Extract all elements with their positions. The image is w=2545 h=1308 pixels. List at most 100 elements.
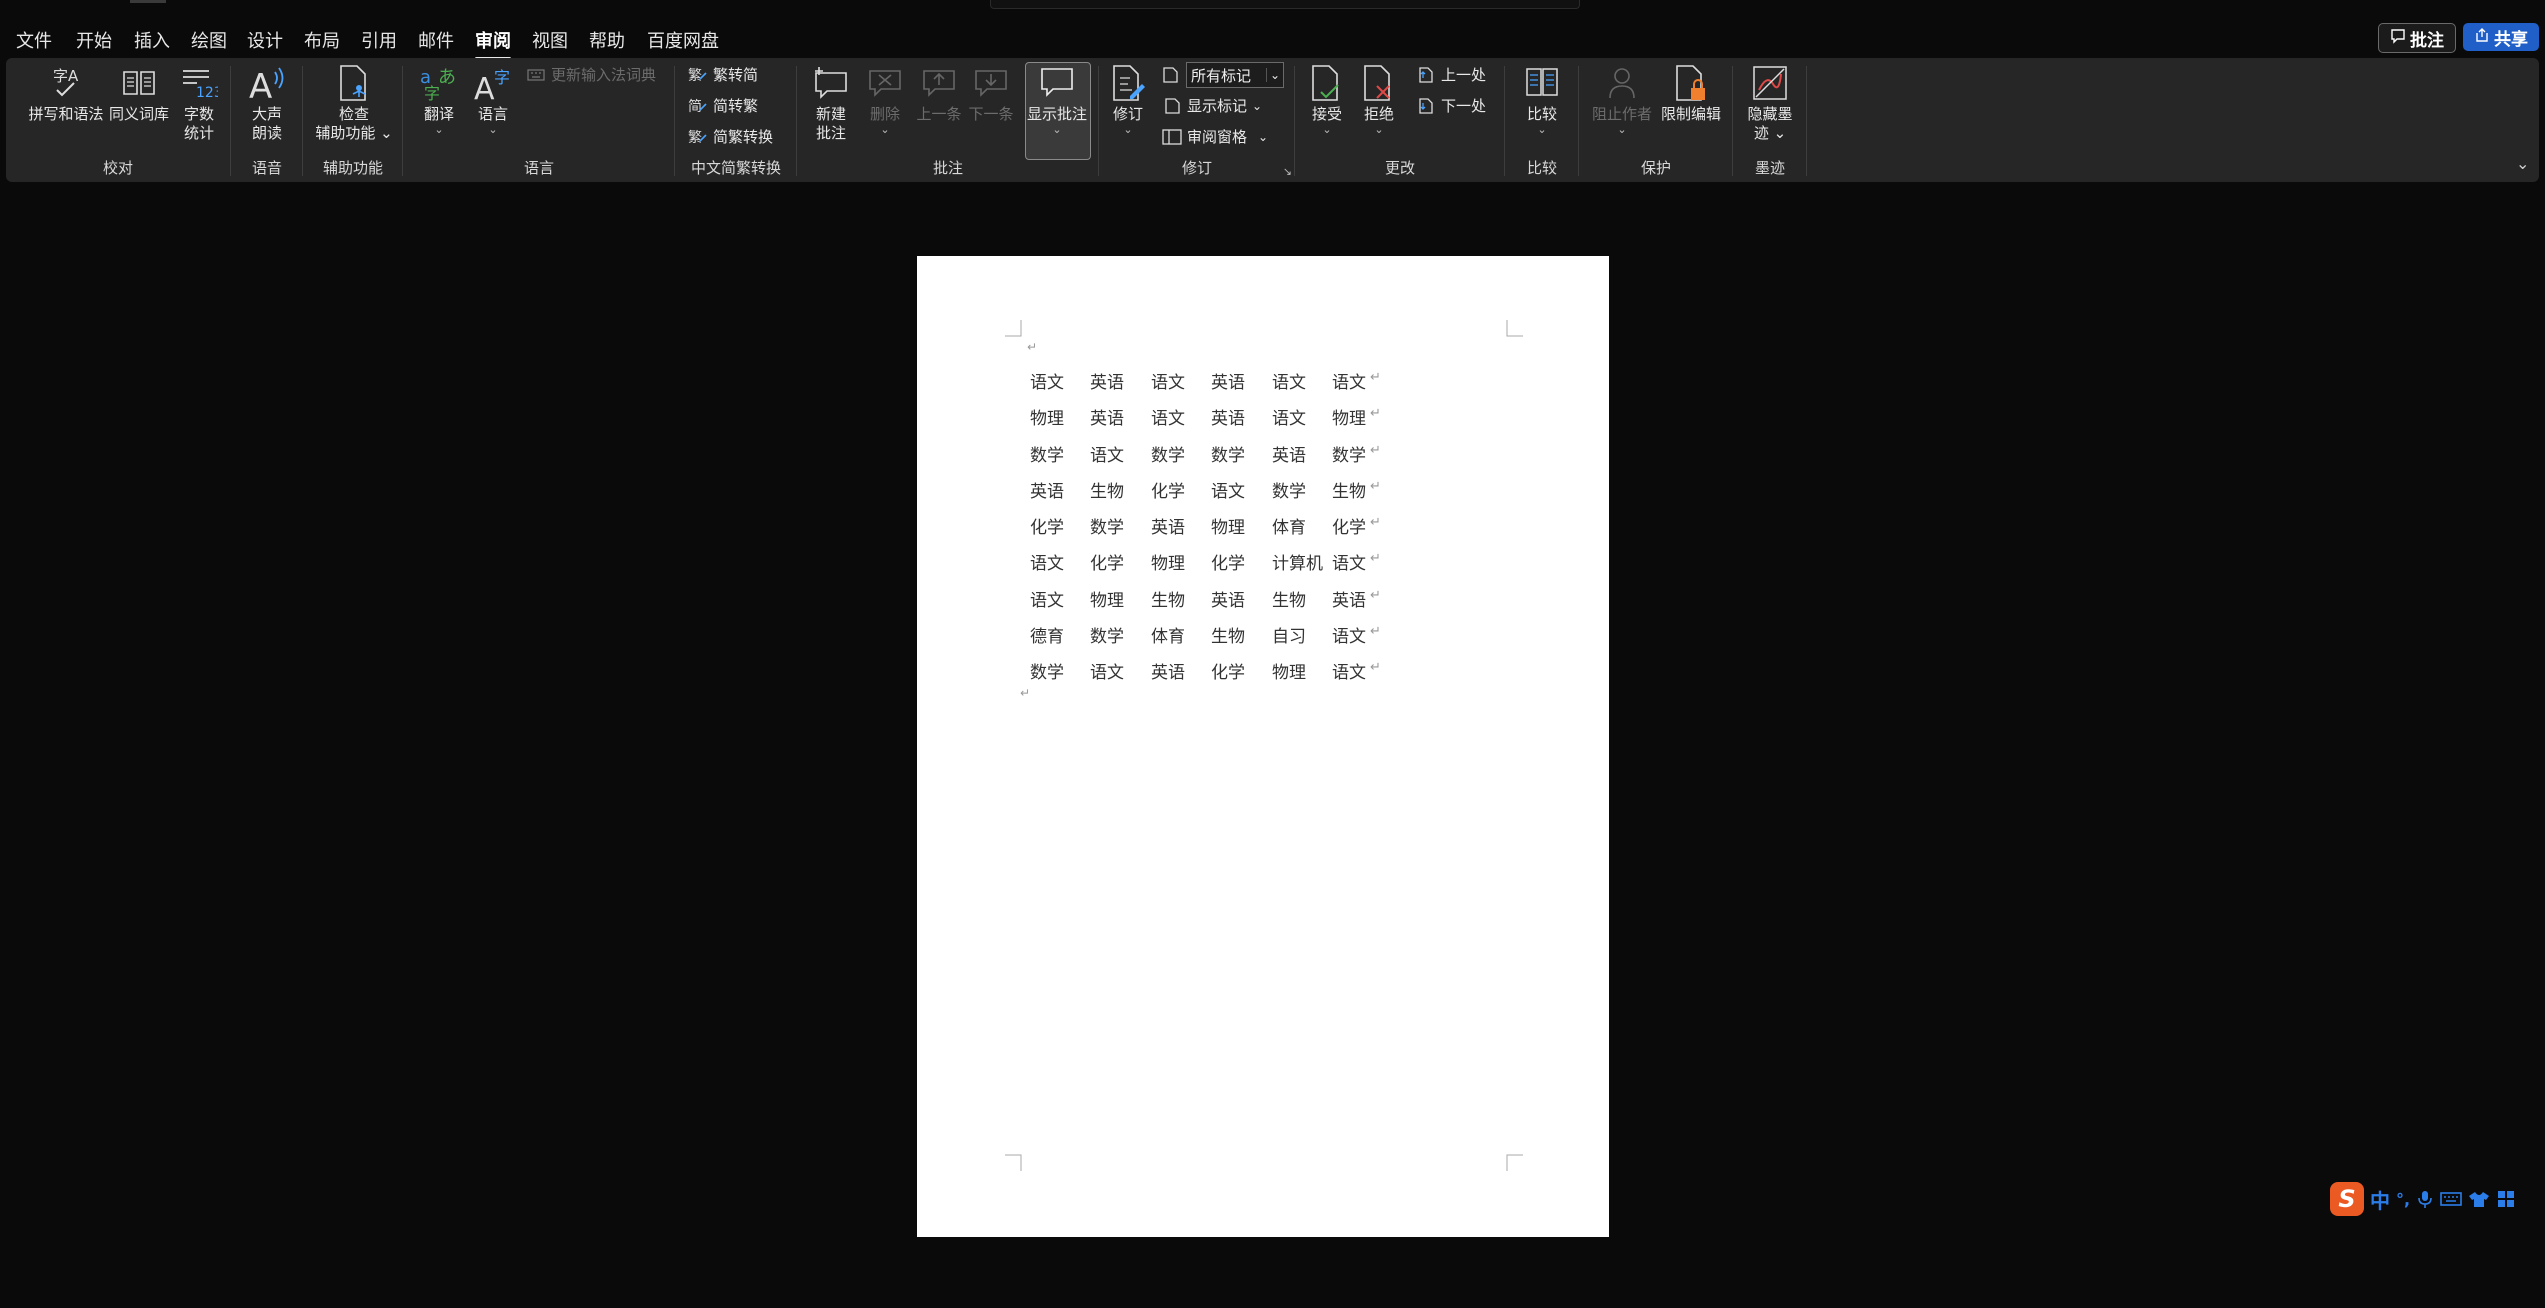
reject-button[interactable]: 拒绝 ⌄ [1356, 64, 1402, 136]
update-ime-label: 更新输入法词典 [551, 66, 657, 84]
delete-comment-button[interactable]: 删除 ⌄ [860, 64, 910, 136]
convert-button[interactable]: 繁 简繁转换 [688, 126, 773, 147]
check-accessibility-button[interactable]: 检查 辅助功能 ⌄ [314, 64, 394, 143]
document-word: 语文 [1030, 590, 1064, 611]
search-bar[interactable] [990, 0, 1580, 9]
document-word: 英语 [1211, 590, 1245, 611]
group-label-language: 语言 [523, 159, 554, 177]
document-word: 英语 [1030, 481, 1064, 502]
reviewing-pane-button[interactable]: 审阅窗格 ⌄ [1162, 126, 1268, 147]
document-body[interactable]: 语文 英语 语文 英语 语文 语文 ↵ 物理 英语 语文 英语 语文 物理 ↵ 数学 语文 数学 数学 英语 数学 ↵ 英… [1030, 360, 1420, 687]
tab-draw[interactable]: 绘图 [191, 27, 227, 53]
document-word: 语文 [1332, 663, 1366, 684]
document-word: 生物 [1272, 590, 1306, 611]
keyboard-icon [526, 65, 546, 85]
chevron-down-icon: ⌄ [1537, 123, 1547, 136]
document-word: 英语 [1332, 590, 1366, 611]
punctuation-icon[interactable]: °, [2396, 1190, 2410, 1209]
document-word: 英语 [1090, 409, 1124, 430]
lock-document-icon [1671, 64, 1711, 102]
group-label-chinese-conversion: 中文简繁转换 [690, 159, 781, 177]
hide-ink-label-1: 隐藏墨 [1747, 105, 1793, 123]
reject-icon [1359, 64, 1399, 102]
book-icon [119, 64, 159, 102]
keyboard-icon[interactable] [2440, 1190, 2462, 1208]
share-button[interactable]: 共享 [2463, 23, 2539, 51]
microphone-icon[interactable] [2416, 1189, 2434, 1209]
show-comments-icon [1037, 64, 1077, 102]
next-comment-button[interactable]: 下一条 [966, 64, 1016, 124]
next-change-icon [1416, 96, 1436, 116]
hide-ink-button[interactable]: 隐藏墨 迹 ⌄ [1742, 64, 1798, 143]
document-word: 语文 [1272, 373, 1306, 393]
group-accessibility: 检查 辅助功能 ⌄ 辅助功能 [304, 58, 402, 182]
check-label-2: 辅助功能 [315, 124, 376, 142]
collapse-ribbon-icon[interactable]: ⌄ [2516, 154, 2529, 173]
document-word: 语文 [1151, 409, 1185, 430]
group-language: aあ字 翻译 ⌄ A字 语言 ⌄ 更新输入法词典 语言 [404, 58, 674, 182]
block-authors-button[interactable]: 阻止作者 ⌄ [1588, 64, 1656, 136]
simplified-to-traditional-button[interactable]: 简 简转繁 [688, 95, 758, 116]
word-count-button[interactable]: 123 字数 统计 [172, 64, 226, 143]
group-label-changes: 更改 [1384, 159, 1415, 177]
paragraph-mark: ↵ [1370, 478, 1381, 494]
ime-toolbar[interactable]: S 中 °, [2330, 1180, 2545, 1218]
chevron-down-icon: ⌄ [1617, 123, 1627, 136]
svg-text:字: 字 [424, 84, 440, 101]
chevron-down-icon: ⌄ [488, 123, 498, 136]
paragraph-mark: ↵ [1370, 587, 1381, 603]
show-markup-button[interactable]: 显示标记 ⌄ [1162, 95, 1262, 116]
read-aloud-button[interactable]: A 大声 朗读 [244, 64, 290, 143]
skin-shirt-icon[interactable] [2468, 1190, 2490, 1208]
document-page[interactable]: ↵ 语文 英语 语文 英语 语文 语文 ↵ 物理 英语 语文 英语 语文 物理 ↵ 数学 语文 数学 数学 英语 数学… [917, 256, 1609, 1237]
tab-mailings[interactable]: 邮件 [418, 27, 454, 53]
group-label-comments: 批注 [932, 159, 963, 177]
compare-button[interactable]: 比较 ⌄ [1516, 64, 1568, 136]
tab-layout[interactable]: 布局 [304, 27, 340, 53]
tab-file[interactable]: 文件 [16, 27, 52, 53]
tab-view[interactable]: 视图 [532, 27, 568, 53]
restrict-editing-button[interactable]: 限制编辑 [1658, 64, 1724, 124]
grid-menu-icon[interactable] [2496, 1189, 2516, 1209]
group-ink: 隐藏墨 迹 ⌄ 墨迹 [1734, 58, 1806, 182]
tab-references[interactable]: 引用 [361, 27, 397, 53]
markup-select[interactable]: 所有标记 ⌄ [1186, 62, 1284, 88]
spelling-icon: 字A [46, 64, 86, 102]
corner-mark-bottom-right [1506, 1154, 1523, 1171]
svg-text:繁: 繁 [688, 68, 702, 84]
new-comment-button[interactable]: 新建 批注 [806, 64, 856, 143]
previous-change-label: 上一处 [1441, 66, 1487, 84]
read-aloud-label-1: 大声 [251, 105, 282, 123]
tab-baidu-netdisk[interactable]: 百度网盘 [647, 27, 719, 53]
previous-comment-button[interactable]: 上一条 [914, 64, 964, 124]
svg-text:简: 简 [688, 98, 702, 115]
tab-help[interactable]: 帮助 [589, 27, 625, 53]
ime-mode[interactable]: 中 [2370, 1185, 2390, 1214]
hide-ink-icon [1750, 64, 1790, 102]
accept-button[interactable]: 接受 ⌄ [1304, 64, 1350, 136]
to-traditional-label: 简转繁 [713, 97, 759, 115]
tab-insert[interactable]: 插入 [134, 27, 170, 53]
tab-home[interactable]: 开始 [76, 27, 112, 53]
hide-ink-label-2: 迹 [1753, 124, 1769, 142]
document-word: 化学 [1211, 554, 1245, 575]
previous-change-button[interactable]: 上一处 [1416, 64, 1486, 85]
tab-design[interactable]: 设计 [247, 27, 283, 53]
language-button[interactable]: A字 语言 ⌄ [468, 64, 518, 136]
accept-icon [1307, 64, 1347, 102]
document-word: 数学 [1272, 481, 1306, 502]
translate-button[interactable]: aあ字 翻译 ⌄ [414, 64, 464, 136]
compare-label: 比较 [1526, 105, 1557, 123]
svg-text:123: 123 [196, 85, 218, 100]
next-change-button[interactable]: 下一处 [1416, 95, 1486, 116]
update-ime-dictionary-button[interactable]: 更新输入法词典 [526, 64, 656, 85]
tab-review[interactable]: 审阅 [475, 27, 511, 60]
document-word: 化学 [1151, 481, 1185, 502]
thesaurus-button[interactable]: 同义词库 [104, 64, 174, 124]
track-changes-button[interactable]: 修订 ⌄ [1108, 64, 1148, 136]
spelling-grammar-button[interactable]: 字A 拼写和语法 [18, 64, 114, 124]
document-word: 数学 [1030, 663, 1064, 684]
comments-button[interactable]: 批注 [2378, 23, 2456, 53]
traditional-to-simplified-button[interactable]: 繁 繁转简 [688, 64, 758, 85]
document-word: 英语 [1151, 663, 1185, 684]
